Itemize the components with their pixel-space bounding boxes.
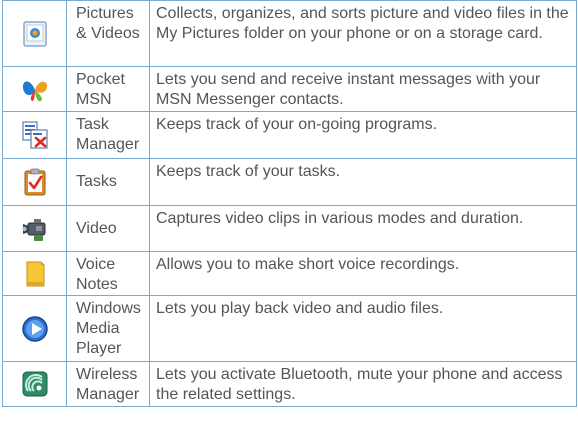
program-name: Pocket MSN [66, 66, 150, 112]
program-description: Collects, organizes, and sorts picture a… [149, 0, 577, 67]
table-row: Video Captures video clips in various mo… [2, 205, 577, 252]
wireless-icon [20, 369, 50, 399]
task-manager-icon [20, 120, 50, 150]
voice-notes-icon [20, 259, 50, 289]
program-description: Lets you play back video and audio files… [149, 295, 577, 362]
table-row: Voice Notes Allows you to make short voi… [2, 251, 577, 296]
icon-cell [2, 251, 67, 296]
program-description: Allows you to make short voice recording… [149, 251, 577, 296]
table-row: Tasks Keeps track of your tasks. [2, 158, 577, 206]
icon-cell [2, 158, 67, 206]
table-row: Windows Media Player Lets you play back … [2, 295, 577, 362]
media-player-icon [20, 314, 50, 344]
program-description: Keeps track of your tasks. [149, 158, 577, 206]
program-description: Lets you send and receive instant messag… [149, 66, 577, 112]
program-name: Task Manager [66, 111, 150, 159]
msn-butterfly-icon [20, 74, 50, 104]
program-name: Tasks [66, 158, 150, 206]
program-name: Pictures & Videos [66, 0, 150, 67]
tasks-clipboard-icon [20, 167, 50, 197]
table-row: Pocket MSN Lets you send and receive ins… [2, 66, 577, 112]
programs-table: Pictures & Videos Collects, organizes, a… [2, 0, 577, 407]
icon-cell [2, 295, 67, 362]
icon-cell [2, 111, 67, 159]
icon-cell [2, 361, 67, 407]
program-description: Keeps track of your on-going programs. [149, 111, 577, 159]
program-description: Lets you activate Bluetooth, mute your p… [149, 361, 577, 407]
icon-cell [2, 205, 67, 252]
program-name: Voice Notes [66, 251, 150, 296]
icon-cell [2, 66, 67, 112]
table-row: Wireless Manager Lets you activate Bluet… [2, 361, 577, 407]
program-name: Wireless Manager [66, 361, 150, 407]
program-description: Captures video clips in various modes an… [149, 205, 577, 252]
program-name: Video [66, 205, 150, 252]
icon-cell [2, 0, 67, 67]
video-camera-icon [20, 214, 50, 244]
program-name: Windows Media Player [66, 295, 150, 362]
table-row: Task Manager Keeps track of your on-goin… [2, 111, 577, 159]
table-row: Pictures & Videos Collects, organizes, a… [2, 0, 577, 67]
pictures-icon [20, 19, 50, 49]
